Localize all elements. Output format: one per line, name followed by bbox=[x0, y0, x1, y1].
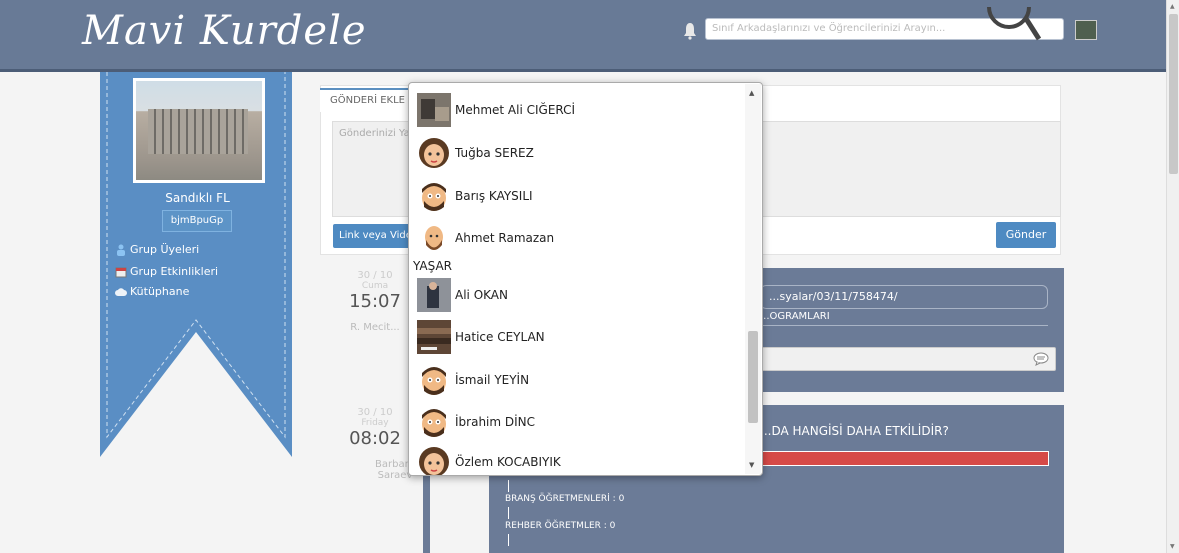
send-button[interactable]: Gönder bbox=[996, 222, 1056, 248]
user-avatar[interactable] bbox=[1075, 20, 1097, 40]
poll-question: ...DA HANGİSİ DAHA ETKİLİDİR? bbox=[760, 424, 949, 438]
result-name: Tuğba SEREZ bbox=[455, 146, 534, 160]
male-avatar-icon bbox=[422, 367, 446, 395]
comment-icon[interactable] bbox=[1033, 352, 1049, 366]
divider bbox=[760, 325, 1048, 326]
bell-icon[interactable] bbox=[682, 22, 698, 40]
result-name: Mehmet Ali CIĞERCİ bbox=[455, 103, 576, 117]
scroll-up-icon[interactable]: ▲ bbox=[1170, 3, 1175, 10]
post-date: 30 / 10 bbox=[357, 270, 393, 281]
post-date: 30 / 10 bbox=[357, 407, 393, 418]
male-avatar-icon bbox=[422, 409, 446, 437]
list-item[interactable]: İsmail YEYİN bbox=[417, 363, 529, 397]
scrollbar-thumb[interactable] bbox=[1169, 14, 1178, 174]
male-avatar-icon bbox=[422, 183, 446, 211]
post-subtitle: ...OGRAMLARI bbox=[760, 311, 830, 322]
comment-input[interactable] bbox=[760, 347, 1056, 371]
photo-icon bbox=[417, 320, 451, 354]
scroll-down-icon[interactable]: ▼ bbox=[1170, 543, 1175, 550]
sidebar-item-events[interactable]: Grup Etkinlikleri bbox=[115, 265, 218, 278]
tick bbox=[508, 534, 509, 546]
page-scrollbar[interactable]: ▲ ▼ bbox=[1166, 0, 1179, 553]
photo-icon bbox=[417, 93, 451, 127]
poll-stat: BRANŞ ÖĞRETMENLERİ : 0 bbox=[505, 494, 625, 504]
post-time: 15:07 bbox=[349, 291, 401, 312]
result-name: Özlem KOCABIYIK bbox=[455, 455, 561, 469]
photo-icon bbox=[417, 278, 451, 312]
link-video-button[interactable]: Link veya Video bbox=[333, 224, 411, 248]
site-logo[interactable]: Mavi Kurdele bbox=[82, 8, 367, 54]
result-name: Ahmet Ramazan bbox=[455, 231, 555, 245]
top-header: Mavi Kurdele Sınıf Arkadaşlarınızı ve Öğ… bbox=[0, 0, 1166, 72]
post-author[interactable]: R. Mecit... bbox=[335, 322, 415, 333]
result-name: Hatice CEYLAN bbox=[455, 330, 545, 344]
sidebar-item-label: Grup Üyeleri bbox=[130, 243, 200, 256]
sidebar-item-label: Kütüphane bbox=[130, 285, 190, 298]
list-item[interactable]: Barış KAYSILI bbox=[417, 179, 533, 213]
result-name-overflow: YAŞAR bbox=[413, 259, 452, 273]
post-time: 08:02 bbox=[349, 428, 401, 449]
list-item[interactable]: İbrahim DİNC bbox=[417, 405, 535, 439]
scroll-down-icon[interactable]: ▼ bbox=[749, 461, 754, 469]
dropdown-scrollbar[interactable]: ▲ ▼ bbox=[745, 84, 761, 474]
shared-link[interactable]: ...syalar/03/11/758474/ bbox=[760, 285, 1048, 309]
post-day: Friday bbox=[361, 418, 389, 428]
list-item[interactable]: Tuğba SEREZ bbox=[417, 136, 534, 170]
tick bbox=[508, 507, 509, 519]
poll-stat: REHBER ÖĞRETMLER : 0 bbox=[505, 521, 616, 531]
group-code-button[interactable]: bjmBpuGp bbox=[162, 210, 232, 232]
timeline-entry: 30 / 10 Friday 08:02 Barbaros Saraev bbox=[335, 407, 420, 481]
sidebar-item-library[interactable]: Kütüphane bbox=[115, 285, 189, 298]
tick bbox=[508, 480, 509, 492]
sidebar-item-label: Grup Etkinlikleri bbox=[130, 265, 219, 278]
timeline-entry: 30 / 10 Cuma 15:07 R. Mecit... bbox=[335, 270, 415, 333]
list-item[interactable]: Mehmet Ali CIĞERCİ bbox=[417, 93, 575, 127]
list-item[interactable]: Hatice CEYLAN bbox=[417, 320, 545, 354]
result-name: İsmail YEYİN bbox=[455, 373, 530, 387]
sidebar-item-members[interactable]: Grup Üyeleri bbox=[115, 243, 199, 256]
cloud-icon bbox=[115, 287, 127, 296]
search-results-dropdown[interactable]: Mehmet Ali CIĞERCİ Tuğba SEREZ Barış KAY… bbox=[408, 82, 763, 476]
scrollbar-thumb[interactable] bbox=[748, 331, 758, 423]
result-name: Barış KAYSILI bbox=[455, 189, 533, 203]
female-avatar-icon bbox=[419, 138, 449, 168]
result-name: Ali OKAN bbox=[455, 288, 508, 302]
list-item[interactable]: Özlem KOCABIYIK bbox=[417, 445, 561, 475]
poll-result-bar bbox=[760, 451, 1049, 466]
group-photo bbox=[133, 78, 265, 183]
male-bald-avatar-icon bbox=[425, 226, 443, 250]
result-name: İbrahim DİNC bbox=[455, 415, 536, 429]
search-icon[interactable] bbox=[985, 3, 1041, 41]
group-name: Sandıklı FL bbox=[165, 191, 230, 205]
calendar-icon bbox=[115, 267, 127, 277]
list-item[interactable]: Ahmet Ramazan bbox=[417, 221, 554, 255]
female-avatar-icon bbox=[419, 447, 449, 475]
members-icon bbox=[117, 244, 125, 256]
list-item[interactable]: Ali OKAN bbox=[417, 278, 508, 312]
post-day: Cuma bbox=[361, 281, 389, 291]
tab-add-post[interactable]: GÖNDERİ EKLE bbox=[320, 88, 415, 112]
scroll-up-icon[interactable]: ▲ bbox=[749, 89, 754, 97]
